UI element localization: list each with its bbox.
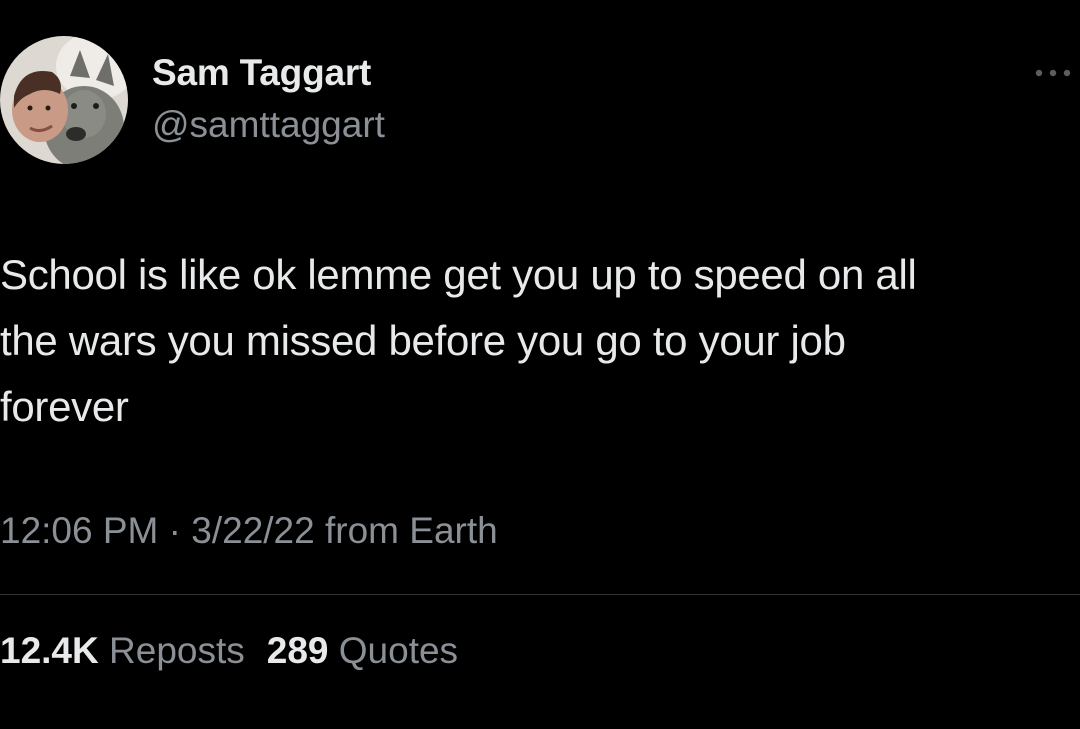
tweet-text: School is like ok lemme get you up to sp…: [0, 242, 1078, 440]
profile-photo-icon: [0, 36, 128, 164]
tweet-metadata: 12:06 PM · 3/22/22 from Earth: [0, 510, 498, 552]
tweet-text-line: School is like ok lemme get you up to sp…: [0, 251, 917, 298]
tweet-text-line: the wars you missed before you go to you…: [0, 317, 846, 364]
meta-separator: ·: [158, 510, 192, 551]
author-handle[interactable]: @samttaggart: [152, 104, 385, 146]
reposts-stat[interactable]: 12.4K Reposts: [0, 630, 245, 672]
tweet-date[interactable]: 3/22/22: [191, 510, 314, 551]
quotes-stat[interactable]: 289 Quotes: [267, 630, 458, 672]
avatar[interactable]: [0, 36, 128, 164]
tweet-text-line: forever: [0, 383, 129, 430]
reposts-count: 12.4K: [0, 630, 99, 671]
quotes-label: Quotes: [338, 630, 459, 671]
engagement-stats: 12.4K Reposts 289 Quotes: [0, 630, 480, 672]
tweet-time[interactable]: 12:06 PM: [0, 510, 158, 551]
author-display-name[interactable]: Sam Taggart: [152, 52, 371, 94]
tweet-source: from Earth: [314, 510, 498, 551]
quotes-count: 289: [266, 630, 329, 671]
tweet-card: Sam Taggart @samttaggart School is like …: [0, 0, 1080, 729]
reposts-label: Reposts: [109, 630, 245, 671]
more-horizontal-icon[interactable]: [1030, 64, 1076, 82]
divider: [0, 594, 1080, 595]
